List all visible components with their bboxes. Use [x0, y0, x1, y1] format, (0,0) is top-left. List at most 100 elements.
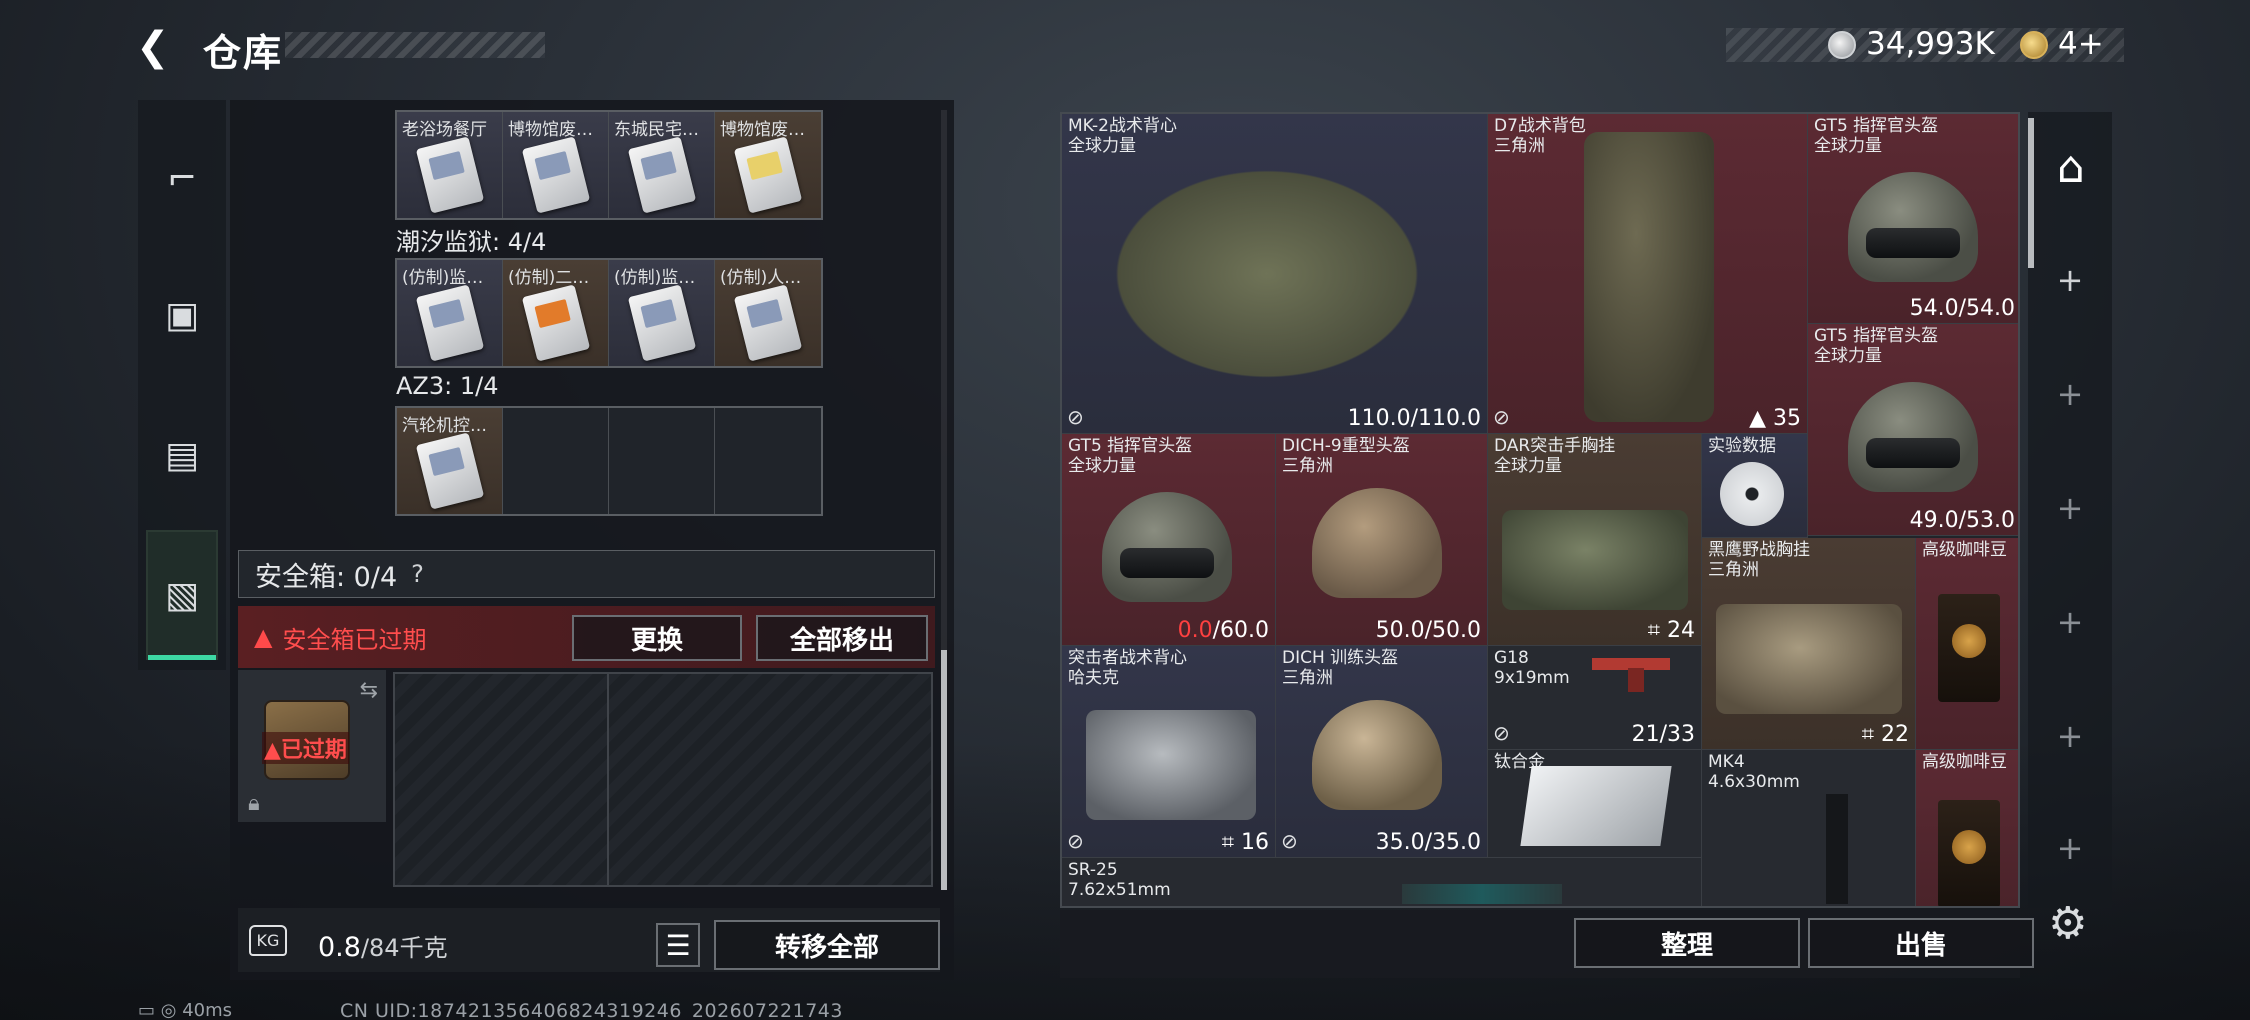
durability: 110.0/110.0: [1347, 406, 1481, 431]
key-card-icon: [521, 284, 591, 362]
key-card-slot[interactable]: (仿制)监…: [397, 260, 503, 366]
swap-icon[interactable]: ⇆: [360, 678, 378, 703]
slot-label: (仿制)监…: [402, 268, 484, 288]
organize-button[interactable]: 整理: [1574, 918, 1800, 968]
helmet-image: [1312, 700, 1442, 810]
add-tab-icon[interactable]: +: [2028, 478, 2112, 538]
replace-button[interactable]: 更换: [572, 615, 742, 661]
battery-icon: ▭: [138, 1000, 156, 1020]
item-cell[interactable]: MK-2战术背心 全球力量 ⊘ 110.0/110.0: [1062, 114, 1488, 434]
smg-image: [1826, 794, 1848, 904]
backpack-image: [1584, 132, 1714, 422]
stash-home-icon[interactable]: ⌂: [2042, 138, 2100, 196]
key-card-slot[interactable]: 老浴场餐厅: [397, 112, 503, 218]
stash-grid: MK-2战术背心 全球力量 ⊘ 110.0/110.0 D7战术背包 三角洲 ⊘ ▲…: [1060, 112, 2020, 908]
rail-backpack[interactable]: ▤: [138, 395, 226, 515]
item-cell[interactable]: DAR突击手胸挂 全球力量 ⌗ 24: [1488, 434, 1702, 646]
item-cell[interactable]: GT5 指挥官头盔 全球力量 0.0/60.0: [1062, 434, 1276, 646]
item-cell[interactable]: GT5 指挥官头盔 全球力量 54.0/54.0: [1808, 114, 2018, 324]
empty-slot[interactable]: [503, 408, 609, 514]
item-cell[interactable]: 高级咖啡豆: [1916, 538, 2018, 750]
add-tab-icon[interactable]: +: [2028, 706, 2112, 766]
key-card-icon: [733, 284, 803, 362]
durability: 0.0/60.0: [1177, 618, 1269, 643]
key-card-slot[interactable]: (仿制)监…: [609, 260, 715, 366]
item-cell[interactable]: MK4 4.6x30mm: [1702, 750, 1916, 906]
rail-weapons[interactable]: ⌐: [138, 118, 226, 238]
key-card-slot[interactable]: 东城民宅…: [609, 112, 715, 218]
silver-coin-icon: [1828, 31, 1856, 59]
key-card-slot[interactable]: 汽轮机控…: [397, 408, 503, 514]
safebox-grid[interactable]: [393, 672, 933, 887]
expired-label: ▲已过期: [262, 732, 349, 764]
item-cell[interactable]: DICH-9重型头盔 三角洲 50.0/50.0: [1276, 434, 1488, 646]
gear-icon[interactable]: ⚙: [2048, 898, 2087, 949]
bound-icon: ⊘: [1067, 829, 1084, 853]
item-name: G18 9x19mm: [1494, 648, 1570, 688]
item-cell[interactable]: G18 9x19mm ⊘ 21/33: [1488, 646, 1702, 750]
item-cell[interactable]: 钛合金: [1488, 750, 1702, 858]
slot-label: (仿制)二…: [508, 268, 590, 288]
item-name: MK4 4.6x30mm: [1708, 752, 1800, 792]
item-name: 实验数据: [1708, 436, 1776, 456]
gold-coin-icon: [2020, 31, 2048, 59]
wifi-icon: ◎: [160, 1000, 177, 1020]
list-icon[interactable]: ☰: [656, 923, 700, 967]
move-all-button[interactable]: 全部移出: [756, 615, 928, 661]
pistol-icon: ⌐: [166, 157, 198, 199]
item-name: SR-25 7.62x51mm: [1068, 860, 1171, 900]
sell-button[interactable]: 出售: [1808, 918, 2034, 968]
status-bar: ▭ ◎ 40ms: [138, 1000, 232, 1020]
add-tab-icon[interactable]: +: [2028, 818, 2112, 878]
chest-rig-image: [1502, 510, 1688, 610]
key-card-slot[interactable]: 博物馆废…: [503, 112, 609, 218]
item-cell[interactable]: SR-25 7.62x51mm: [1062, 858, 1702, 906]
row1-grid: 老浴场餐厅 博物馆废… 东城民宅… 博物馆废…: [395, 110, 823, 220]
bound-icon: ⊘: [1493, 405, 1510, 429]
durability: 35.0/35.0: [1375, 830, 1481, 855]
safebox-header: 安全箱: 0/4 ?: [238, 550, 935, 598]
stash-scrollbar[interactable]: [2028, 118, 2034, 268]
slot-label: 汽轮机控…: [402, 416, 487, 436]
item-cell[interactable]: 突击者战术背心 哈夫克 ⊘ ⌗ 16: [1062, 646, 1276, 858]
item-cell[interactable]: DICH 训练头盔 三角洲 ⊘ 35.0/35.0: [1276, 646, 1488, 858]
safebox-item[interactable]: ▲已过期 ⇆ 🔒︎: [238, 670, 386, 822]
item-name: DICH 训练头盔 三角洲: [1282, 648, 1399, 688]
helmet-image: [1848, 172, 1978, 282]
empty-slot[interactable]: [715, 408, 821, 514]
chest-rig-image: [1716, 604, 1902, 714]
back-arrow-icon[interactable]: ❮: [136, 26, 180, 68]
key-card-icon: [627, 136, 697, 214]
empty-slot[interactable]: [609, 408, 715, 514]
ammo-count: 21/33: [1631, 722, 1695, 747]
rail-safebox[interactable]: ▧: [138, 535, 226, 655]
item-cell[interactable]: D7战术背包 三角洲 ⊘ ▲ 35: [1488, 114, 1808, 434]
silver-amount: 34,993K: [1866, 26, 1995, 62]
left-scrollbar-thumb[interactable]: [941, 650, 947, 890]
safebox-label: 安全箱: 0/4: [255, 561, 398, 593]
transfer-all-button[interactable]: 转移全部: [714, 920, 940, 970]
group-label: AZ3: 1/4: [396, 372, 499, 400]
grid-divider: [607, 674, 609, 885]
add-tab-icon[interactable]: +: [2028, 250, 2112, 310]
slot-label: (仿制)监…: [614, 268, 696, 288]
help-icon[interactable]: ?: [411, 560, 424, 588]
add-tab-icon[interactable]: +: [2028, 592, 2112, 652]
key-card-slot[interactable]: 博物馆废…: [715, 112, 821, 218]
item-name: DICH-9重型头盔 三角洲: [1282, 436, 1410, 476]
key-card-slot[interactable]: (仿制)人…: [715, 260, 821, 366]
add-tab-icon[interactable]: +: [2028, 364, 2112, 424]
weight-icon: KG: [238, 910, 298, 970]
item-cell[interactable]: GT5 指挥官头盔 全球力量 49.0/53.0: [1808, 324, 2018, 536]
item-cell[interactable]: 高级咖啡豆: [1916, 750, 2018, 906]
item-cell[interactable]: 黑鹰野战胸挂 三角洲 ⌗ 22: [1702, 538, 1916, 750]
slot-label: 东城民宅…: [614, 120, 699, 140]
coffee-bag-image: [1938, 800, 2000, 906]
key-card-slot[interactable]: (仿制)二…: [503, 260, 609, 366]
rail-armor[interactable]: ▣: [138, 255, 226, 375]
item-name: GT5 指挥官头盔 全球力量: [1814, 326, 1939, 366]
warning-text: 安全箱已过期: [282, 625, 427, 654]
key-card-icon: [521, 136, 591, 214]
item-cell[interactable]: 实验数据: [1702, 434, 1808, 538]
key-card-icon: [733, 136, 803, 214]
